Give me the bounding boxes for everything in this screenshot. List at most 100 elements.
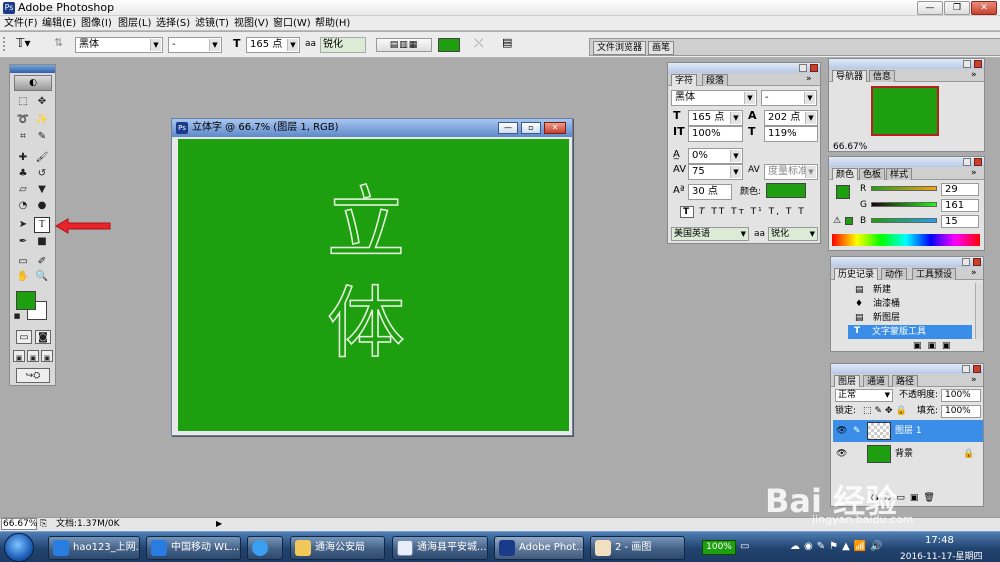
char-leading-select[interactable]: 202 点 ▼ xyxy=(764,110,818,126)
text-color-swatch[interactable] xyxy=(438,38,460,52)
taskbar-item-photoshop[interactable]: Adobe Phot... xyxy=(494,536,584,560)
hand-icon[interactable]: ✋ xyxy=(16,270,30,284)
char-antialias-select[interactable]: 锐化 ▼ xyxy=(768,227,818,241)
char-font-family-select[interactable]: 黑体 ▼ xyxy=(671,90,757,106)
panel-close-button[interactable] xyxy=(974,158,982,166)
tab-swatches[interactable]: 色板 xyxy=(859,168,886,180)
char-kerning-mode-select[interactable]: 度量标准 ▼ xyxy=(764,164,818,180)
marquee-icon[interactable]: ⬚ xyxy=(16,95,30,109)
menu-help[interactable]: 帮助(H) xyxy=(315,17,350,30)
shape-icon[interactable]: ■ xyxy=(35,235,49,249)
font-style-select[interactable]: - ▼ xyxy=(168,37,222,53)
font-family-select[interactable]: 黑体 ▼ xyxy=(75,37,163,53)
history-scrollbar[interactable] xyxy=(975,283,983,339)
lasso-icon[interactable]: ➰ xyxy=(16,113,30,127)
taskbar-item-ie[interactable] xyxy=(247,536,283,560)
gamut-color-swatch[interactable] xyxy=(845,217,853,225)
char-baseline-shift-field[interactable]: 30 点 xyxy=(688,184,732,200)
tab-info[interactable]: 信息 xyxy=(869,70,896,82)
jump-to-imageready-icon[interactable]: ↪⛭ xyxy=(16,368,50,383)
eyedropper-icon[interactable]: ✐ xyxy=(35,255,49,269)
r-slider[interactable] xyxy=(871,186,937,191)
type-mask-tool-icon[interactable]: 𝕋▾ xyxy=(16,36,31,50)
restore-button[interactable]: ❐ xyxy=(944,1,970,15)
text-orientation-icon[interactable]: ⇅ xyxy=(54,36,63,49)
menu-file[interactable]: 文件(F) xyxy=(4,17,38,30)
char-font-size-select[interactable]: 165 点 ▼ xyxy=(688,110,743,126)
menu-filter[interactable]: 滤镜(T) xyxy=(195,17,229,30)
layer-row-selected[interactable]: 👁 ✎ 图层 1 xyxy=(833,420,983,442)
history-brush-icon[interactable]: ↺ xyxy=(35,167,49,181)
standard-mode-icon[interactable]: ▭ xyxy=(16,330,32,344)
pen-icon[interactable]: ✒ xyxy=(16,235,30,249)
panel-minimize-button[interactable] xyxy=(962,258,970,266)
doc-minimize-button[interactable]: — xyxy=(498,122,518,134)
menu-view[interactable]: 视图(V) xyxy=(234,17,269,30)
taskbar-item-wlan[interactable]: 中国移动 WL... xyxy=(146,536,241,560)
history-item[interactable]: ▤ 新建 xyxy=(833,283,973,297)
tab-history[interactable]: 历史记录 xyxy=(834,268,879,280)
panel-minimize-button[interactable] xyxy=(962,365,970,373)
tab-styles[interactable]: 样式 xyxy=(886,168,913,180)
fill-field[interactable]: 100% xyxy=(941,405,981,418)
opacity-field[interactable]: 100% xyxy=(941,389,981,402)
history-footer-icons[interactable]: ▣▣▣ xyxy=(913,340,957,352)
healing-brush-icon[interactable]: ✚ xyxy=(16,151,30,165)
status-zoom-field[interactable]: 66.67% xyxy=(1,518,37,530)
minimize-button[interactable]: — xyxy=(917,1,943,15)
panel-menu-icon[interactable]: » xyxy=(971,267,977,279)
panel-close-button[interactable] xyxy=(974,60,982,68)
char-tracking-select[interactable]: 75 ▼ xyxy=(688,164,743,180)
color-foreground-swatch[interactable] xyxy=(836,185,850,199)
tab-navigator[interactable]: 导航器 xyxy=(832,70,868,82)
start-button[interactable] xyxy=(4,533,34,562)
tab-layers[interactable]: 图层 xyxy=(834,375,861,387)
menu-layer[interactable]: 图层(L) xyxy=(118,17,151,30)
screen-mode-standard-icon[interactable]: ▣ xyxy=(13,350,25,362)
tab-channels[interactable]: 通道 xyxy=(863,375,890,387)
taskbar-item-hao123[interactable]: hao123_上网... xyxy=(48,536,140,560)
font-size-select[interactable]: 165 点 ▼ xyxy=(246,37,300,53)
menu-edit[interactable]: 编辑(E) xyxy=(42,17,76,30)
color-spectrum-bar[interactable] xyxy=(832,234,980,246)
tab-paths[interactable]: 路径 xyxy=(892,375,919,387)
history-item-selected[interactable]: T 文字蒙版工具 xyxy=(848,325,972,339)
type-mask-tool-icon[interactable]: 𝕋 xyxy=(34,217,50,233)
visibility-eye-icon[interactable]: 👁 xyxy=(836,448,847,460)
align-buttons[interactable]: ▤▥▦ xyxy=(376,38,432,52)
panel-menu-icon[interactable]: » xyxy=(971,69,977,81)
panel-close-button[interactable] xyxy=(810,64,818,72)
tray-icons[interactable]: ☁◉✎⚑▲📶🔊 xyxy=(790,541,887,552)
menu-window[interactable]: 窗口(W) xyxy=(273,17,311,30)
panel-menu-icon[interactable]: » xyxy=(806,73,812,85)
close-button[interactable]: ✕ xyxy=(971,1,997,15)
clone-stamp-icon[interactable]: ♣ xyxy=(16,167,30,181)
menu-select[interactable]: 选择(S) xyxy=(156,17,190,30)
taskbar-item-folder[interactable]: 通海公安局 xyxy=(290,536,385,560)
g-slider[interactable] xyxy=(871,202,937,207)
b-slider[interactable] xyxy=(871,218,937,223)
screen-mode-full-icon[interactable]: ▣ xyxy=(41,350,53,362)
b-value-field[interactable]: 15 xyxy=(941,215,979,228)
tab-character[interactable]: 字符 xyxy=(671,74,698,86)
zoom-icon[interactable]: 🔍 xyxy=(35,270,49,284)
notes-icon[interactable]: ▭ xyxy=(16,255,30,269)
char-color-swatch[interactable] xyxy=(766,183,806,198)
path-selection-icon[interactable]: ➤ xyxy=(16,218,30,232)
lock-icons[interactable]: ⬚✎✥🔒 xyxy=(863,405,910,417)
taskbar-time[interactable]: 17:48 xyxy=(925,535,954,546)
tab-file-browser[interactable]: 文件浏览器 xyxy=(593,41,647,55)
blend-mode-select[interactable]: 正常 ▼ xyxy=(835,389,893,402)
document-title-bar[interactable]: Ps 立体字 @ 66.7% (图层 1, RGB) — ▫ ✕ xyxy=(172,119,572,137)
taskbar-item-word[interactable]: 通海县平安城... xyxy=(392,536,488,560)
history-item[interactable]: ▤ 新图层 xyxy=(833,311,973,325)
panel-close-button[interactable] xyxy=(973,365,981,373)
menu-image[interactable]: 图像(I) xyxy=(81,17,112,30)
antialias-select[interactable]: 锐化 xyxy=(320,37,366,53)
quick-mask-icon[interactable]: ◙ xyxy=(35,330,51,344)
panel-menu-icon[interactable]: » xyxy=(971,374,977,386)
char-font-style-select[interactable]: - ▼ xyxy=(761,90,817,106)
screen-mode-full-menu-icon[interactable]: ▣ xyxy=(27,350,39,362)
canvas[interactable]: 立 体 xyxy=(178,139,569,431)
tab-color[interactable]: 颜色 xyxy=(832,168,859,180)
